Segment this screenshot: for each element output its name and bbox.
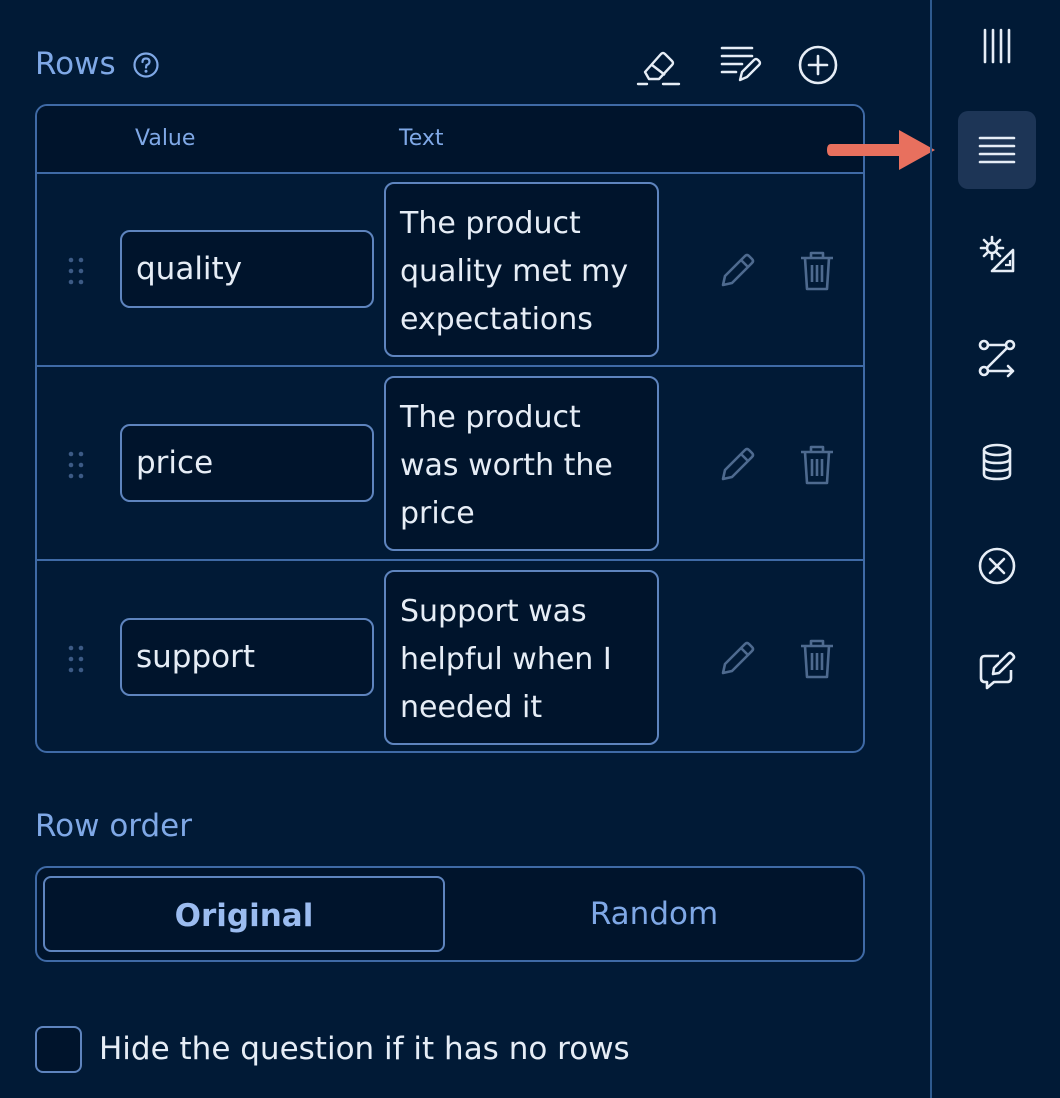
table-row: price The product was worth the price	[37, 367, 863, 561]
row-text-input[interactable]: Support was helpful when I needed it	[384, 570, 659, 745]
row-order-random-button[interactable]: Random	[453, 876, 855, 952]
sidebar-item-data[interactable]	[958, 423, 1036, 501]
sidebar-item-feedback[interactable]	[958, 631, 1036, 709]
row-order-toggle: Original Random	[35, 866, 865, 962]
help-icon[interactable]	[132, 51, 160, 79]
sidebar-item-validation[interactable]	[958, 527, 1036, 605]
data-icon	[982, 443, 1012, 481]
columns-icon	[983, 28, 1011, 64]
drag-handle-icon[interactable]	[67, 644, 85, 674]
logic-icon	[978, 339, 1016, 378]
edit-pencil-icon[interactable]	[715, 637, 759, 681]
drag-handle-icon[interactable]	[67, 256, 85, 286]
table-row: quality The product quality met my expec…	[37, 172, 863, 366]
sidebar	[930, 0, 1060, 1098]
edit-pencil-icon[interactable]	[715, 249, 759, 293]
row-value-input[interactable]: support	[120, 618, 374, 696]
delete-trash-icon[interactable]	[795, 637, 839, 681]
sidebar-item-design[interactable]	[958, 215, 1036, 293]
rows-section-title: Rows	[35, 46, 116, 82]
delete-trash-icon[interactable]	[795, 249, 839, 293]
property-panel: Rows Value Text quality The product qual…	[0, 0, 930, 1098]
row-order-original-button[interactable]: Original	[43, 876, 445, 952]
pointer-arrow-icon	[827, 130, 935, 170]
value-column-header: Value	[135, 126, 196, 151]
delete-trash-icon[interactable]	[795, 443, 839, 487]
rows-icon	[978, 136, 1016, 164]
edit-pencil-icon[interactable]	[715, 443, 759, 487]
hide-if-no-rows-label: Hide the question if it has no rows	[99, 1031, 630, 1067]
sidebar-item-columns[interactable]	[958, 7, 1036, 85]
sidebar-item-rows[interactable]	[958, 111, 1036, 189]
row-value-input[interactable]: quality	[120, 230, 374, 308]
edit-rows-bulk-icon[interactable]	[716, 42, 762, 88]
row-order-title: Row order	[35, 808, 192, 844]
rows-table: Value Text quality The product quality m…	[35, 104, 865, 753]
hide-if-no-rows-checkbox[interactable]	[35, 1026, 82, 1073]
table-row: support Support was helpful when I neede…	[37, 561, 863, 751]
table-header: Value Text	[37, 106, 863, 174]
text-column-header: Text	[399, 126, 444, 151]
row-value-input[interactable]: price	[120, 424, 374, 502]
clear-rows-eraser-icon[interactable]	[635, 42, 681, 88]
sidebar-item-logic[interactable]	[958, 319, 1036, 397]
row-text-input[interactable]: The product quality met my expectations	[384, 182, 659, 357]
edit-feedback-icon	[979, 651, 1016, 690]
validation-icon	[978, 547, 1016, 585]
settings-design-icon	[979, 235, 1015, 273]
add-row-icon[interactable]	[795, 42, 841, 88]
drag-handle-icon[interactable]	[67, 450, 85, 480]
row-text-input[interactable]: The product was worth the price	[384, 376, 659, 551]
